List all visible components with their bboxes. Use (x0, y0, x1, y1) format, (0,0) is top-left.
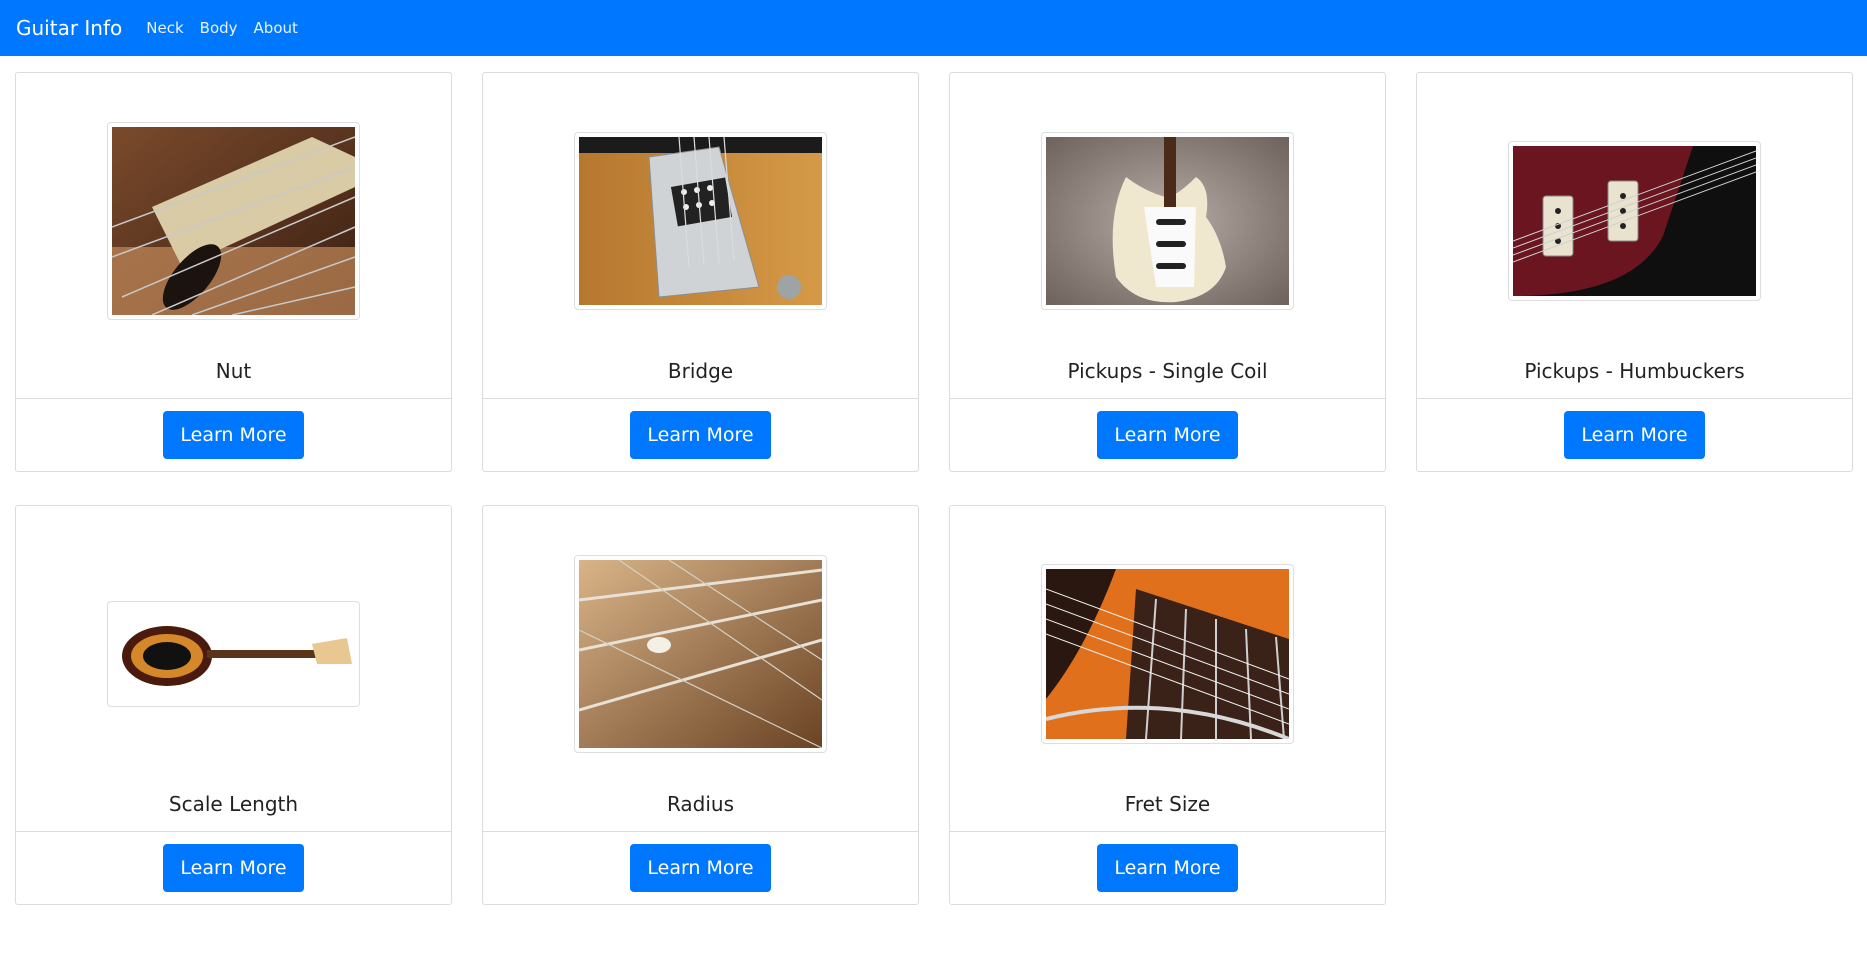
card-pickups-humbuckers: Pickups - Humbuckers Learn More (1416, 72, 1853, 472)
card-footer: Learn More (16, 399, 451, 471)
card-body: Pickups - Single Coil (950, 73, 1385, 399)
fret-size-image (1041, 564, 1294, 744)
card-footer: Learn More (483, 832, 918, 904)
card-grid: Nut Learn More Bridge Learn More Pickups… (15, 72, 1853, 905)
learn-more-button-humbuckers[interactable]: Learn More (1564, 411, 1705, 459)
card-title: Radius (666, 792, 735, 816)
card-footer: Learn More (483, 399, 918, 471)
card-bridge: Bridge Learn More (482, 72, 919, 472)
learn-more-button-single-coil[interactable]: Learn More (1097, 411, 1238, 459)
card-footer: Learn More (1417, 399, 1852, 471)
card-radius: Radius Learn More (482, 505, 919, 905)
card-title: Bridge (667, 359, 734, 383)
card-title: Scale Length (168, 792, 299, 816)
radius-image (574, 555, 827, 753)
card-footer: Learn More (950, 832, 1385, 904)
card-fret-size: Fret Size Learn More (949, 505, 1386, 905)
single-coil-image (1041, 132, 1294, 310)
nut-image (107, 122, 360, 320)
card-body: Pickups - Humbuckers (1417, 73, 1852, 399)
brand-link[interactable]: Guitar Info (16, 16, 122, 40)
card-title: Pickups - Humbuckers (1524, 359, 1745, 383)
learn-more-button-fret-size[interactable]: Learn More (1097, 844, 1238, 892)
learn-more-button-nut[interactable]: Learn More (163, 411, 304, 459)
scale-length-image (107, 601, 360, 707)
learn-more-button-scale-length[interactable]: Learn More (163, 844, 304, 892)
card-body: Radius (483, 506, 918, 832)
humbucker-image (1508, 141, 1761, 301)
card-footer: Learn More (950, 399, 1385, 471)
card-nut: Nut Learn More (15, 72, 452, 472)
card-body: Nut (16, 73, 451, 399)
top-navbar: Guitar Info Neck Body About (0, 0, 1867, 56)
card-title: Fret Size (1124, 792, 1211, 816)
nav-link-body[interactable]: Body (200, 19, 238, 37)
card-footer: Learn More (16, 832, 451, 904)
card-body: Scale Length (16, 506, 451, 832)
card-body: Fret Size (950, 506, 1385, 832)
bridge-image (574, 132, 827, 310)
learn-more-button-bridge[interactable]: Learn More (630, 411, 771, 459)
card-title: Pickups - Single Coil (1067, 359, 1268, 383)
card-body: Bridge (483, 73, 918, 399)
learn-more-button-radius[interactable]: Learn More (630, 844, 771, 892)
card-title: Nut (215, 359, 252, 383)
nav-link-neck[interactable]: Neck (146, 19, 183, 37)
card-pickups-single-coil: Pickups - Single Coil Learn More (949, 72, 1386, 472)
card-scale-length: Scale Length Learn More (15, 505, 452, 905)
nav-link-about[interactable]: About (254, 19, 298, 37)
